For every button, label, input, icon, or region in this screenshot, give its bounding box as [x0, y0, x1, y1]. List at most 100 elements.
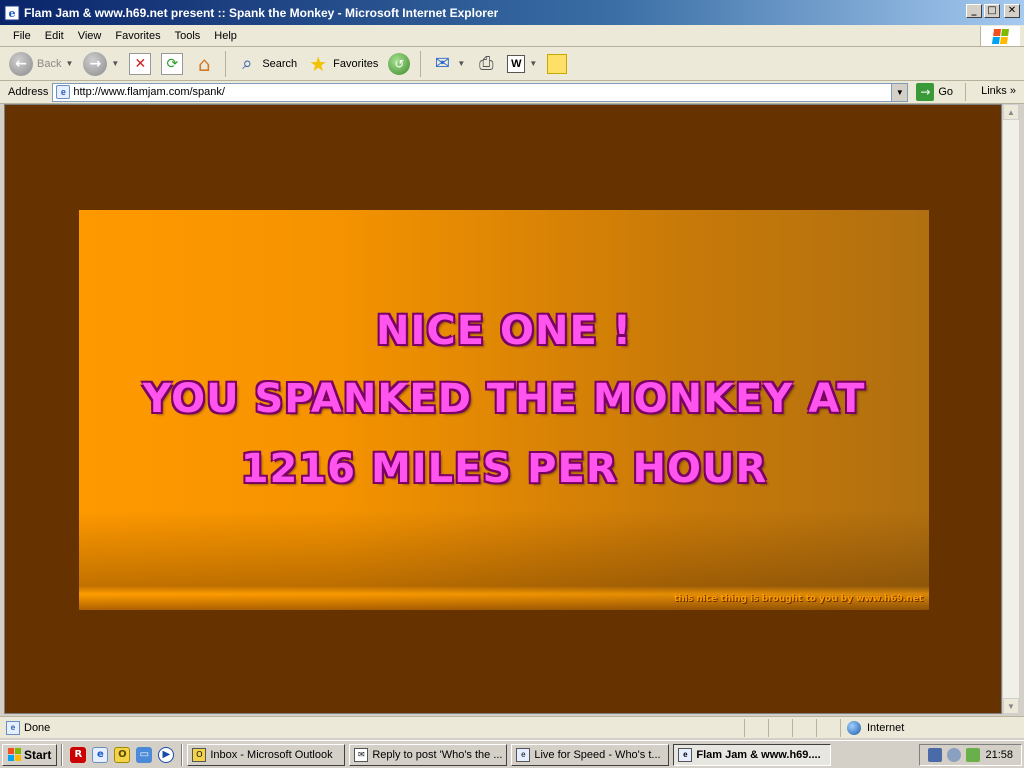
- taskbar: Start R e O ▭ ▶ O Inbox - Microsoft Outl…: [0, 740, 1024, 768]
- status-text: Done: [24, 721, 51, 734]
- toolbar-divider: [225, 50, 227, 77]
- history-icon: ↺: [388, 52, 411, 75]
- quicklaunch-divider: [61, 743, 64, 766]
- vertical-scrollbar[interactable]: ▲ ▼: [1002, 104, 1019, 714]
- mail-dropdown-icon[interactable]: ▼: [457, 59, 465, 68]
- stop-icon: ✕: [129, 52, 152, 75]
- task-label: Flam Jam & www.h69....: [696, 748, 821, 761]
- play-icon[interactable]: ▶: [158, 746, 175, 763]
- outlook-icon[interactable]: O: [114, 746, 131, 763]
- edit-dropdown-icon[interactable]: ▼: [529, 59, 537, 68]
- mail-button[interactable]: ✉ ▼: [428, 50, 468, 78]
- globe-icon: [847, 720, 861, 735]
- favorites-label: Favorites: [333, 57, 379, 70]
- internet-explorer-icon: e: [516, 747, 531, 762]
- menu-view[interactable]: View: [71, 30, 109, 42]
- mail-icon: ✉: [354, 747, 369, 762]
- address-bar: Address e http://www.flamjam.com/spank/ …: [0, 81, 1024, 104]
- windows-logo-icon: [980, 26, 1020, 46]
- links-divider: [965, 83, 966, 101]
- scroll-down-icon[interactable]: ▼: [1003, 698, 1019, 714]
- go-arrow-icon: →: [916, 83, 935, 101]
- window-title: Flam Jam & www.h69.net present :: Spank …: [24, 5, 499, 20]
- go-button[interactable]: → Go: [916, 83, 953, 101]
- mail-icon: ✉: [434, 53, 450, 74]
- address-field[interactable]: e http://www.flamjam.com/spank/ ▼: [52, 82, 909, 102]
- media-player-icon[interactable]: R: [70, 746, 87, 763]
- result-speed: 1216 MILES PER HOUR: [240, 446, 768, 492]
- menu-bar: File Edit View Favorites Tools Help: [0, 25, 1024, 47]
- task-label: Inbox - Microsoft Outlook: [210, 748, 333, 761]
- print-button[interactable]: ⎙: [472, 50, 500, 78]
- task-flam-jam[interactable]: e Flam Jam & www.h69....: [673, 743, 832, 766]
- back-dropdown-icon[interactable]: ▼: [65, 59, 73, 68]
- zone-label: Internet: [867, 721, 905, 734]
- start-label: Start: [24, 747, 52, 762]
- address-dropdown-icon[interactable]: ▼: [891, 83, 908, 101]
- stop-button[interactable]: ✕: [126, 50, 154, 78]
- svg-text:e: e: [9, 7, 16, 20]
- star-icon: ★: [309, 51, 328, 76]
- back-label: Back: [37, 57, 62, 70]
- note-button[interactable]: [544, 50, 570, 78]
- quicklaunch-divider: [181, 743, 184, 766]
- scroll-up-icon[interactable]: ▲: [1003, 104, 1019, 120]
- favorites-button[interactable]: ★ Favorites: [304, 50, 381, 78]
- word-icon: W: [507, 54, 526, 73]
- search-label: Search: [262, 57, 298, 70]
- volume-icon[interactable]: [947, 748, 962, 762]
- close-button[interactable]: ✕: [1004, 4, 1020, 18]
- result-banner: NICE ONE ! YOU SPANKED THE MONKEY AT 121…: [79, 210, 929, 610]
- task-reply[interactable]: ✉ Reply to post 'Who's the ...: [349, 743, 508, 766]
- forward-dropdown-icon[interactable]: ▼: [111, 59, 119, 68]
- search-button[interactable]: ⌕ Search: [233, 50, 300, 78]
- task-label: Live for Speed - Who's t...: [534, 748, 661, 761]
- minimize-button[interactable]: _: [966, 4, 982, 18]
- credit-text[interactable]: this nice thing is brought to you by www…: [674, 594, 923, 604]
- network-icon[interactable]: [928, 748, 943, 762]
- search-icon: ⌕: [242, 53, 253, 74]
- internet-explorer-icon[interactable]: e: [92, 746, 109, 763]
- history-button[interactable]: ↺: [385, 50, 413, 78]
- task-live-for-speed[interactable]: e Live for Speed - Who's t...: [511, 743, 670, 766]
- edit-button[interactable]: W ▼: [504, 50, 540, 78]
- refresh-button[interactable]: ⟳: [158, 50, 186, 78]
- back-arrow-icon: ←: [9, 51, 33, 76]
- windows-logo-icon: [8, 748, 21, 761]
- status-panel: [744, 718, 768, 737]
- security-icon[interactable]: [966, 748, 981, 762]
- menu-file[interactable]: File: [6, 30, 38, 42]
- result-heading: NICE ONE !: [376, 308, 632, 354]
- result-line: YOU SPANKED THE MONKEY AT: [142, 376, 866, 422]
- toolbar-divider: [420, 50, 422, 77]
- clock[interactable]: 21:58: [985, 749, 1013, 761]
- title-bar: e Flam Jam & www.h69.net present :: Span…: [0, 0, 1024, 25]
- menu-edit[interactable]: Edit: [38, 30, 71, 42]
- back-button[interactable]: ← Back ▼: [6, 50, 76, 78]
- internet-explorer-icon: e: [4, 5, 20, 20]
- refresh-icon: ⟳: [161, 52, 184, 75]
- security-zone: Internet: [840, 718, 990, 737]
- page-done-icon: e: [6, 720, 20, 735]
- links-button[interactable]: Links »: [981, 85, 1016, 97]
- status-panel: [816, 718, 840, 737]
- menu-tools[interactable]: Tools: [168, 30, 208, 42]
- page-viewport: NICE ONE ! YOU SPANKED THE MONKEY AT 121…: [4, 104, 1002, 714]
- menu-help[interactable]: Help: [207, 30, 244, 42]
- links-label: Links: [981, 85, 1007, 97]
- menu-favorites[interactable]: Favorites: [108, 30, 167, 42]
- task-outlook[interactable]: O Inbox - Microsoft Outlook: [187, 743, 346, 766]
- forward-button[interactable]: → ▼: [80, 50, 122, 78]
- address-url[interactable]: http://www.flamjam.com/spank/: [73, 86, 225, 98]
- desktop-icon[interactable]: ▭: [136, 746, 153, 763]
- home-button[interactable]: ⌂: [190, 50, 218, 78]
- standard-toolbar: ← Back ▼ → ▼ ✕ ⟳ ⌂ ⌕ Search ★ Favorites …: [0, 47, 1024, 81]
- forward-arrow-icon: →: [83, 51, 108, 76]
- sticky-note-icon: [547, 53, 568, 74]
- maximize-button[interactable]: □: [984, 4, 1000, 18]
- go-label: Go: [938, 86, 954, 98]
- page-icon: e: [56, 85, 71, 99]
- home-icon: ⌂: [197, 51, 211, 76]
- start-button[interactable]: Start: [2, 743, 58, 766]
- status-panel: [768, 718, 792, 737]
